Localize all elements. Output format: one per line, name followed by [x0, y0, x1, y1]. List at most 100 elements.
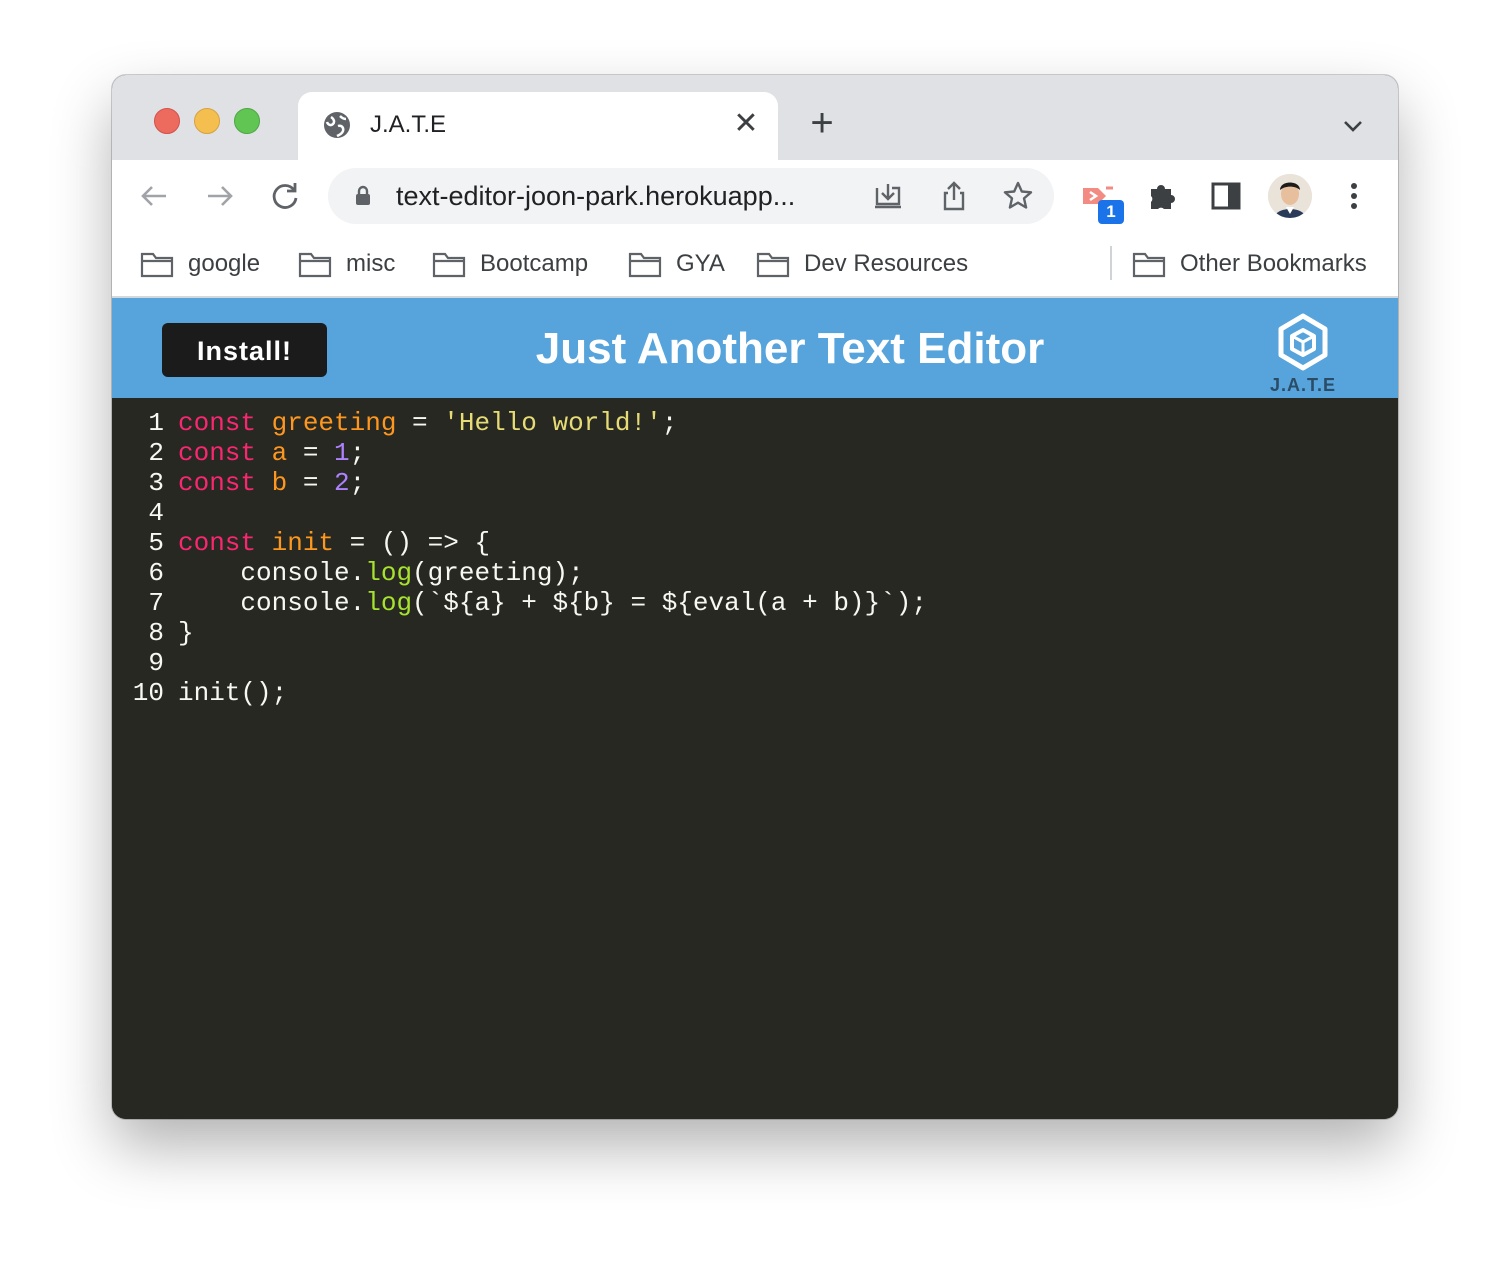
folder-icon [298, 252, 332, 278]
folder-icon [628, 252, 662, 278]
code-line[interactable]: 7 console.log(`${a} + ${b} = ${eval(a + … [112, 588, 927, 618]
line-number: 4 [148, 498, 164, 528]
chevron-down-icon[interactable] [1338, 111, 1368, 141]
code-editor[interactable]: 1 const greeting = 'Hello world!'; 2 const … [112, 398, 1398, 1119]
tab-strip: J.A.T.E ✕ + [112, 75, 1398, 160]
code-token: ; [349, 468, 366, 498]
code-token: log [365, 558, 413, 588]
bookmark-label: Other Bookmarks [1180, 250, 1367, 277]
bookmarks-bar: google misc Bootcamp GYA Dev Resources O… [112, 232, 1398, 298]
bookmark-misc[interactable]: misc [298, 244, 395, 284]
address-bar[interactable]: text-editor-joon-park.herokuapp... [328, 168, 1054, 224]
code-token: } [178, 618, 194, 648]
code-line[interactable]: 4 [112, 498, 178, 528]
folder-icon [432, 252, 466, 278]
folder-icon [756, 252, 790, 278]
line-number: 5 [148, 528, 164, 558]
bookmark-other-bookmarks[interactable]: Other Bookmarks [1132, 244, 1367, 284]
plus-icon[interactable]: + [804, 103, 840, 143]
code-line[interactable]: 3 const b = 2; [112, 468, 365, 498]
code-token: const [178, 528, 257, 558]
code-line[interactable]: 2 const a = 1; [112, 438, 365, 468]
code-token: console. [178, 558, 366, 588]
line-number: 9 [148, 648, 164, 678]
code-token: init [271, 528, 335, 558]
code-token: (`${a} + ${b} = ${eval(a + b)}`); [412, 588, 927, 618]
back-arrow-icon[interactable] [136, 178, 172, 214]
code-token: b [271, 468, 288, 498]
line-number: 8 [148, 618, 164, 648]
code-token: = [287, 438, 335, 468]
line-number: 2 [148, 438, 164, 468]
code-token: = () => { [334, 528, 491, 558]
close-window-button[interactable] [154, 108, 180, 134]
star-icon[interactable] [1002, 180, 1034, 212]
code-token: = [396, 408, 444, 438]
code-line[interactable]: 5 const init = () => { [112, 528, 490, 558]
code-token: ; [349, 438, 366, 468]
code-token: const [178, 438, 257, 468]
folder-icon [140, 252, 174, 278]
code-token: a [271, 438, 288, 468]
install-button[interactable]: Install! [162, 323, 327, 377]
bookmark-label: Dev Resources [804, 250, 969, 277]
code-line[interactable]: 6 console.log(greeting); [112, 558, 584, 588]
code-line[interactable]: 10 init(); [112, 678, 287, 708]
code-token: = [287, 468, 335, 498]
bookmark-separator [1110, 246, 1112, 280]
extension-badge: 1 [1098, 200, 1124, 224]
code-token: 1 [334, 438, 350, 468]
code-token: const [178, 408, 257, 438]
code-token: 'Hello world!' [443, 408, 662, 438]
puzzle-icon[interactable] [1144, 178, 1180, 214]
install-app-icon[interactable] [872, 180, 904, 212]
bookmark-label: misc [346, 250, 396, 277]
browser-window: J.A.T.E ✕ + text-editor-joon-park.heroku… [112, 75, 1398, 1119]
zoom-window-button[interactable] [234, 108, 260, 134]
more-vert-icon[interactable] [1336, 178, 1372, 214]
globe-icon [324, 112, 350, 138]
reload-icon[interactable] [267, 178, 303, 214]
code-token: log [365, 588, 413, 618]
line-number: 10 [132, 678, 164, 708]
folder-icon [1132, 252, 1166, 278]
bookmark-label: google [188, 250, 261, 277]
side-panel-icon[interactable] [1208, 178, 1244, 214]
code-line[interactable]: 1 const greeting = 'Hello world!'; [112, 408, 677, 438]
app-header: Install! Just Another Text Editor J.A.T.… [112, 298, 1398, 398]
code-token: 2 [334, 468, 350, 498]
forward-arrow-icon[interactable] [202, 178, 238, 214]
line-number: 3 [148, 468, 164, 498]
bookmark-gya[interactable]: GYA [628, 244, 725, 284]
code-line[interactable]: 8} [112, 618, 194, 648]
tab-jate[interactable]: J.A.T.E ✕ [298, 92, 778, 160]
code-line[interactable]: 9 [112, 648, 178, 678]
bookmark-dev-resources[interactable]: Dev Resources [756, 244, 968, 284]
code-token: const [178, 468, 257, 498]
bookmark-label: Bootcamp [480, 250, 589, 277]
bookmark-bootcamp[interactable]: Bootcamp [432, 244, 588, 284]
lock-icon[interactable] [352, 185, 374, 207]
bookmark-label: GYA [676, 250, 725, 277]
code-token: (greeting); [412, 558, 584, 588]
bookmark-google[interactable]: google [140, 244, 260, 284]
code-token: ; [661, 408, 678, 438]
line-number: 1 [148, 408, 164, 438]
code-token: greeting [271, 408, 397, 438]
code-token: console. [178, 588, 366, 618]
close-icon[interactable]: ✕ [730, 108, 762, 140]
line-number: 6 [148, 558, 164, 588]
minimize-window-button[interactable] [194, 108, 220, 134]
code-token: init(); [178, 678, 288, 708]
share-icon[interactable] [938, 180, 970, 212]
url-text[interactable]: text-editor-joon-park.herokuapp... [396, 181, 856, 212]
line-number: 7 [148, 588, 164, 618]
logo-text: J.A.T.E [1269, 375, 1337, 395]
page-title: Just Another Text Editor [535, 324, 1045, 373]
browser-toolbar: text-editor-joon-park.herokuapp... [112, 160, 1398, 232]
avatar[interactable] [1268, 174, 1312, 218]
